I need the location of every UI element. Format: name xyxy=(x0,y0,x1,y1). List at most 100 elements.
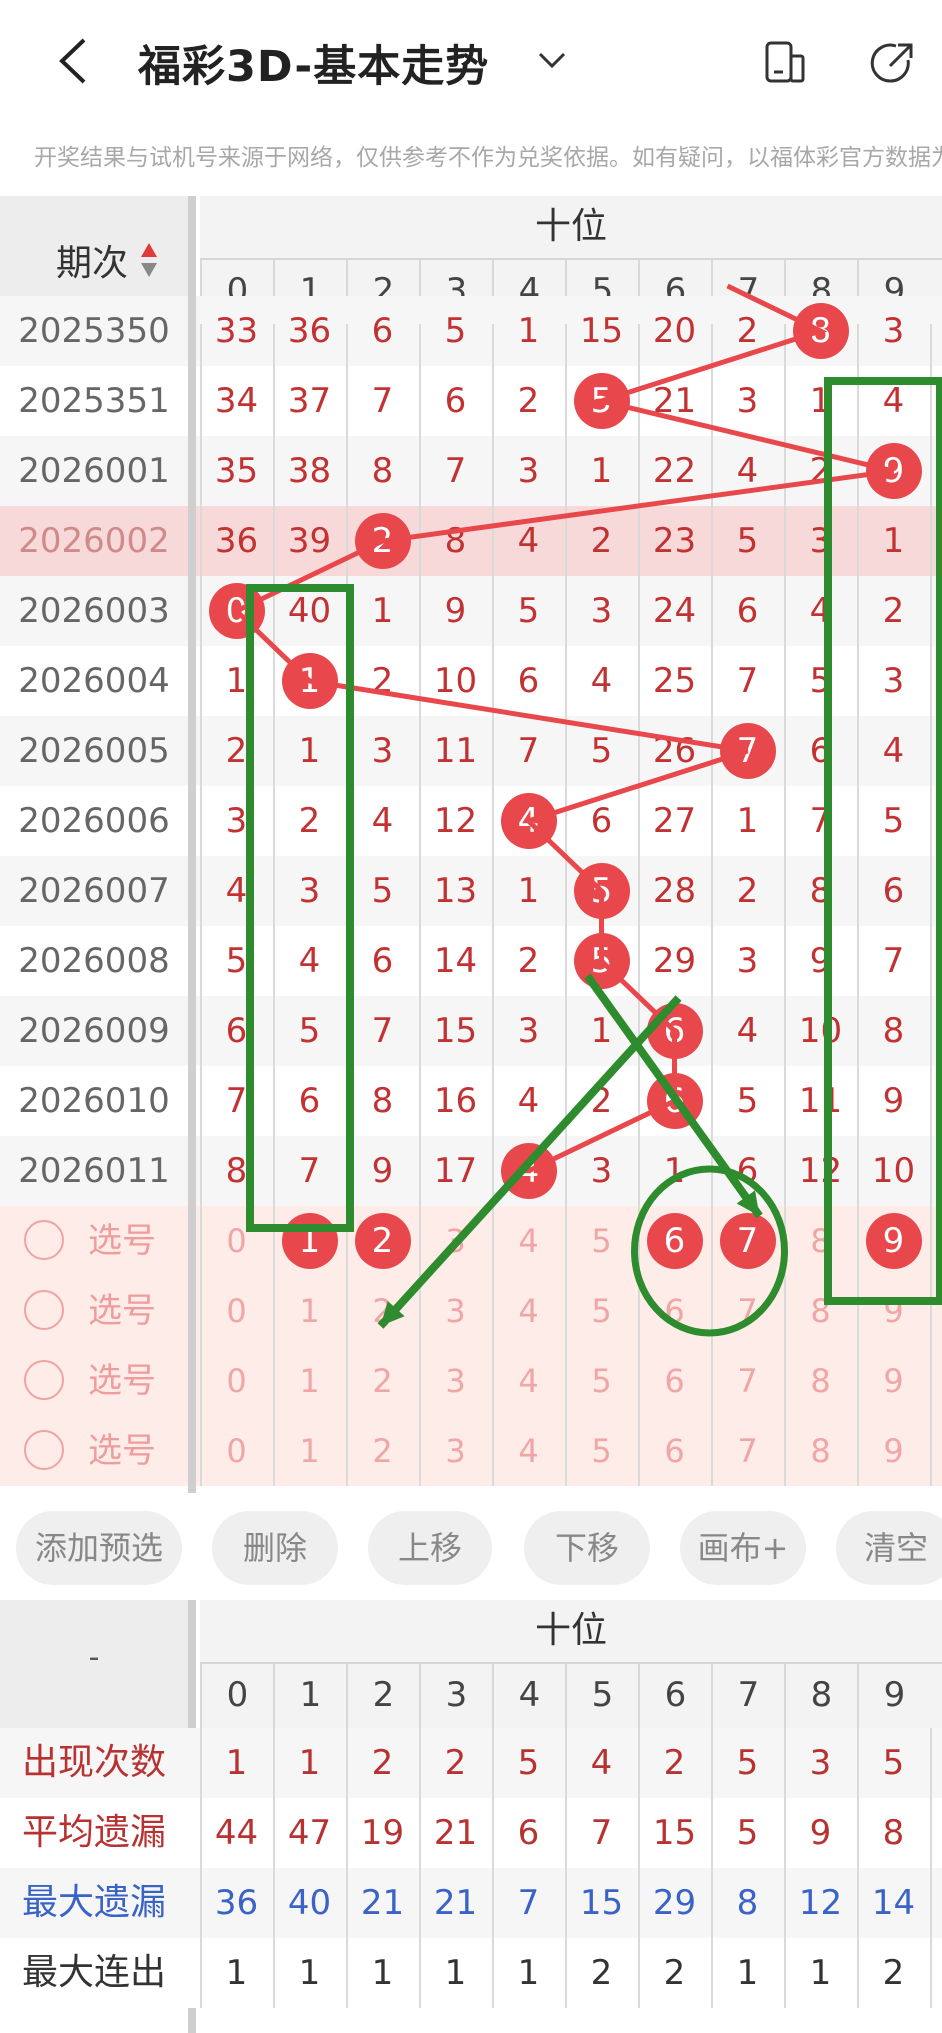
pick-number[interactable]: 9 xyxy=(857,1346,930,1416)
pick-number[interactable]: 4 xyxy=(492,1416,565,1486)
pick-number[interactable]: 0 xyxy=(200,1276,273,1346)
pick-number[interactable]: 1 xyxy=(273,1276,346,1346)
pick-number[interactable]: 7 xyxy=(711,1416,784,1486)
hit-ball[interactable]: 6 xyxy=(646,1003,703,1059)
pick-number[interactable]: 9 xyxy=(857,1416,930,1486)
selected-number-ball[interactable]: 6 xyxy=(646,1213,703,1269)
pick-number[interactable]: 3 xyxy=(419,1346,492,1416)
stats-row-label: 最大遗漏 xyxy=(21,1882,166,1923)
pick-number[interactable]: 4 xyxy=(492,1346,565,1416)
pick-number[interactable]: 2 xyxy=(346,1276,419,1346)
omission-cell: 4 xyxy=(517,1081,540,1121)
stats-corner: - xyxy=(0,1600,188,1728)
pick-number[interactable]: 1 xyxy=(273,1416,346,1486)
pick-number[interactable]: 3 xyxy=(419,1276,492,1346)
pick-number[interactable]: 0 xyxy=(200,1346,273,1416)
omission-cell: 3 xyxy=(517,451,540,491)
hit-ball[interactable]: 0 xyxy=(208,583,265,639)
hit-ball[interactable]: 6 xyxy=(646,1073,703,1129)
pick-number[interactable]: 3 xyxy=(419,1206,492,1276)
button-2[interactable]: 上移 xyxy=(368,1511,492,1585)
pick-number[interactable]: 3 xyxy=(419,1416,492,1486)
button-1[interactable]: 删除 xyxy=(212,1511,338,1585)
hit-ball[interactable]: 2 xyxy=(354,513,411,569)
omission-cell: 9 xyxy=(444,591,467,631)
stats-grid-line xyxy=(346,1728,348,2008)
selected-number-ball[interactable]: 2 xyxy=(354,1213,411,1269)
stats-value: 15 xyxy=(579,1883,624,1923)
pick-number[interactable]: 5 xyxy=(565,1206,638,1276)
hit-ball[interactable]: 5 xyxy=(573,373,630,429)
period-cell: 2026009 xyxy=(18,1011,170,1051)
pick-number[interactable]: 7 xyxy=(711,1276,784,1346)
app-header: 福彩3D-基本走势 xyxy=(0,0,942,120)
hit-ball[interactable]: 8 xyxy=(792,303,849,359)
pick-number[interactable]: 2 xyxy=(346,1346,419,1416)
pick-number[interactable]: 5 xyxy=(565,1276,638,1346)
omission-cell: 26 xyxy=(652,731,697,771)
pick-label: 选号 xyxy=(88,1291,156,1331)
hit-ball[interactable]: 4 xyxy=(500,793,557,849)
back-icon[interactable] xyxy=(52,36,96,86)
pick-number[interactable]: 6 xyxy=(638,1346,711,1416)
pick-number[interactable]: 5 xyxy=(565,1346,638,1416)
omission-cell: 7 xyxy=(882,941,905,981)
share-icon[interactable] xyxy=(868,38,918,88)
hit-ball[interactable]: 4 xyxy=(500,1143,557,1199)
hit-ball[interactable]: 9 xyxy=(865,443,922,499)
selected-number-ball[interactable]: 9 xyxy=(865,1213,922,1269)
pick-number[interactable]: 4 xyxy=(492,1276,565,1346)
pick-number[interactable]: 0 xyxy=(200,1206,273,1276)
pick-row-selector[interactable]: 选号 xyxy=(0,1276,188,1346)
omission-cell: 6 xyxy=(882,871,905,911)
omission-cell: 29 xyxy=(652,941,697,981)
period-cell: 2026010 xyxy=(18,1081,170,1121)
hit-ball[interactable]: 7 xyxy=(719,723,776,779)
pick-number[interactable]: 8 xyxy=(784,1276,857,1346)
pick-number[interactable]: 2 xyxy=(346,1416,419,1486)
selected-number-ball[interactable]: 7 xyxy=(719,1213,776,1269)
pick-row-selector[interactable]: 选号 xyxy=(0,1206,188,1276)
stats-digit-header-2: 2 xyxy=(346,1662,419,1728)
pick-number[interactable]: 0 xyxy=(200,1416,273,1486)
stats-grid-line xyxy=(784,1728,786,2008)
button-0[interactable]: 添加预选 xyxy=(16,1511,182,1585)
pick-number[interactable]: 8 xyxy=(784,1206,857,1276)
stats-digit-header-7: 7 xyxy=(711,1662,784,1728)
pick-row-selector[interactable]: 选号 xyxy=(0,1416,188,1486)
pick-number[interactable]: 1 xyxy=(273,1346,346,1416)
omission-cell: 2 xyxy=(882,591,905,631)
selected-number-ball[interactable]: 1 xyxy=(281,1213,338,1269)
hit-ball[interactable]: 5 xyxy=(573,933,630,989)
pick-row-selector[interactable]: 选号 xyxy=(0,1346,188,1416)
pick-number[interactable]: 6 xyxy=(638,1276,711,1346)
pick-number[interactable]: 6 xyxy=(638,1416,711,1486)
omission-cell: 3 xyxy=(882,311,905,351)
pick-number[interactable]: 9 xyxy=(857,1276,930,1346)
radio-circle-icon[interactable] xyxy=(24,1360,64,1400)
button-5[interactable]: 清空 xyxy=(836,1511,942,1585)
pick-label: 选号 xyxy=(88,1431,156,1471)
sort-icon[interactable] xyxy=(140,240,158,280)
omission-cell: 1 xyxy=(517,311,540,351)
pick-number[interactable]: 5 xyxy=(565,1416,638,1486)
pick-number[interactable]: 4 xyxy=(492,1206,565,1276)
chevron-down-icon[interactable] xyxy=(535,48,569,72)
layout-toggle-icon[interactable] xyxy=(760,38,810,88)
radio-circle-icon[interactable] xyxy=(24,1290,64,1330)
hit-ball[interactable]: 5 xyxy=(573,863,630,919)
radio-circle-icon[interactable] xyxy=(24,1220,64,1260)
hit-ball[interactable]: 1 xyxy=(281,653,338,709)
pick-number[interactable]: 8 xyxy=(784,1346,857,1416)
stats-value: 1 xyxy=(736,1953,759,1993)
page-title[interactable]: 福彩3D-基本走势 xyxy=(138,32,489,94)
button-3[interactable]: 下移 xyxy=(524,1511,650,1585)
stats-value: 2 xyxy=(590,1953,613,1993)
stats-row-label: 最大连出 xyxy=(21,1952,166,1993)
pick-number[interactable]: 7 xyxy=(711,1346,784,1416)
radio-circle-icon[interactable] xyxy=(24,1430,64,1470)
stats-value: 1 xyxy=(809,1953,832,1993)
pick-number[interactable]: 8 xyxy=(784,1416,857,1486)
omission-cell: 2 xyxy=(517,941,540,981)
button-4[interactable]: 画布+ xyxy=(680,1511,806,1585)
